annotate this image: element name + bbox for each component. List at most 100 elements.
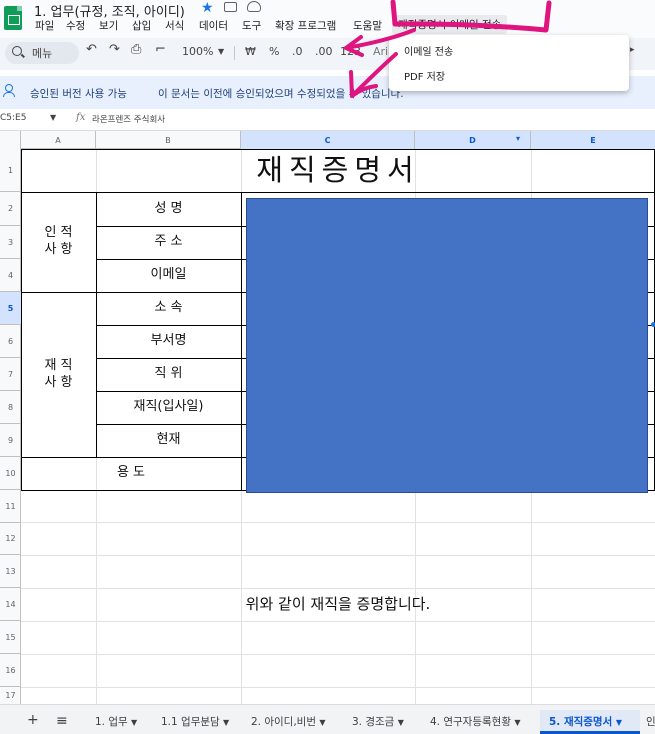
row-header-13[interactable]: 13: [0, 555, 21, 588]
row-header-2[interactable]: 2: [0, 192, 21, 226]
row-header-6[interactable]: 6: [0, 325, 21, 358]
select-all-corner[interactable]: [0, 131, 21, 149]
menu-format[interactable]: 서식: [165, 18, 184, 33]
redacted-values-box: [246, 198, 648, 493]
name-box-caret-icon[interactable]: ▼: [50, 113, 56, 122]
currency-format-button[interactable]: ₩: [245, 45, 256, 58]
menu-tools[interactable]: 도구: [242, 18, 261, 33]
row-header-1[interactable]: 1: [0, 149, 21, 192]
certification-statement[interactable]: 위와 같이 재직을 증명합니다.: [21, 592, 655, 618]
paint-format-icon[interactable]: ⌐: [155, 42, 166, 57]
menu-insert[interactable]: 삽입: [132, 18, 151, 33]
form-border: [241, 192, 242, 490]
label-current[interactable]: 현재: [96, 424, 241, 457]
tab-caret-icon[interactable]: ▼: [616, 718, 622, 727]
row-header-17[interactable]: 17: [0, 687, 21, 704]
label-affiliation[interactable]: 소 속: [96, 292, 241, 325]
label-position[interactable]: 직 위: [96, 358, 241, 391]
sheet-tab-1[interactable]: 1. 업무 ▼: [95, 714, 137, 729]
column-header-c[interactable]: C: [241, 131, 415, 149]
undo-icon[interactable]: ↶: [86, 42, 97, 57]
gridline: [21, 522, 655, 523]
zoom-select[interactable]: 100%: [182, 45, 213, 58]
zoom-caret-icon[interactable]: ▼: [218, 47, 224, 56]
row-header-3[interactable]: 3: [0, 226, 21, 259]
add-sheet-icon[interactable]: +: [27, 712, 39, 728]
column-header-d[interactable]: D: [415, 131, 531, 149]
number-format-button[interactable]: 123: [340, 45, 361, 58]
more-tools-icon[interactable]: ▸: [630, 45, 635, 55]
percent-format-button[interactable]: %: [269, 45, 279, 58]
filter-caret-icon[interactable]: ▾: [516, 134, 520, 143]
row-header-8[interactable]: 8: [0, 391, 21, 424]
personal-info-group[interactable]: 인 적 사 항: [21, 192, 96, 292]
menu-edit[interactable]: 수정: [66, 18, 85, 33]
move-folder-icon[interactable]: [224, 2, 237, 12]
dropdown-item-pdf[interactable]: PDF 저장: [404, 68, 445, 83]
sheet-tab-label: 2. 아이디,비번: [251, 716, 316, 728]
sheet-tab-label: 1. 업무: [95, 716, 128, 728]
menu-certificate-email[interactable]: 재직증명서 이메일 전송: [392, 15, 508, 34]
tab-caret-icon[interactable]: ▼: [514, 718, 520, 727]
banner-description: 이 문서는 이전에 승인되었으며 수정되었을 수 있습니다.: [158, 88, 404, 100]
row-header-5[interactable]: 5: [0, 292, 21, 325]
dropdown-item-email[interactable]: 이메일 전송: [404, 43, 453, 58]
tab-caret-icon[interactable]: ▼: [319, 718, 325, 727]
sheet-tab-3[interactable]: 2. 아이디,비번 ▼: [251, 714, 326, 729]
menu-help[interactable]: 도움말: [353, 18, 382, 33]
banner-title[interactable]: 승인된 버전 사용 가능: [30, 86, 127, 101]
all-sheets-icon[interactable]: ≡: [56, 713, 68, 729]
toolbar-divider: [234, 46, 235, 60]
tab-caret-icon[interactable]: ▼: [223, 718, 229, 727]
tab-caret-icon[interactable]: ▼: [131, 718, 137, 727]
label-email[interactable]: 이메일: [96, 259, 241, 292]
gridline: [21, 687, 655, 688]
sheet-tab-6-active[interactable]: 5. 재직증명서 ▼: [549, 714, 622, 729]
column-header-a[interactable]: A: [21, 131, 96, 149]
label-department[interactable]: 부서명: [96, 325, 241, 358]
gridline: [21, 654, 655, 655]
row-header-14[interactable]: 14: [0, 588, 21, 621]
selection-handle[interactable]: [651, 322, 655, 327]
row-header-12[interactable]: 12: [0, 523, 21, 555]
fx-icon: fx: [76, 112, 86, 123]
menu-extensions[interactable]: 확장 프로그램: [275, 18, 336, 33]
row-header-15[interactable]: 15: [0, 621, 21, 654]
redo-icon[interactable]: ↷: [109, 42, 120, 57]
sheets-logo-icon[interactable]: [4, 6, 22, 30]
formula-input[interactable]: 라온프렌즈 주식회사: [92, 113, 165, 125]
sheet-tab-2[interactable]: 1.1 업무분담 ▼: [161, 714, 229, 729]
employment-info-group[interactable]: 재 직 사 항: [21, 292, 96, 457]
menu-file[interactable]: 파일: [35, 18, 54, 33]
gridline: [21, 588, 655, 589]
print-icon[interactable]: ⎙: [131, 42, 141, 57]
label-address[interactable]: 주 소: [96, 226, 241, 259]
sheet-tab-label: 1.1 업무분담: [161, 716, 220, 728]
label-join-date[interactable]: 재직(입사일): [96, 391, 241, 424]
row-header-10[interactable]: 10: [0, 457, 21, 490]
sheet-tab-label: 5. 재직증명서: [549, 716, 613, 728]
column-header-e[interactable]: E: [531, 131, 655, 149]
gridline: [21, 621, 655, 622]
cloud-status-icon[interactable]: [247, 1, 261, 12]
row-header-7[interactable]: 7: [0, 358, 21, 391]
row-header-16[interactable]: 16: [0, 654, 21, 687]
label-purpose[interactable]: 용 도: [21, 457, 241, 490]
document-heading[interactable]: 재직증명서: [21, 150, 655, 192]
search-icon: [12, 46, 22, 56]
increase-decimal-button[interactable]: .00: [315, 45, 333, 58]
row-header-11[interactable]: 11: [0, 490, 21, 523]
sheet-tab-5[interactable]: 4. 연구자등록현황 ▼: [430, 714, 520, 729]
column-header-b[interactable]: B: [96, 131, 241, 149]
sheet-tab-4[interactable]: 3. 경조금 ▼: [352, 714, 404, 729]
row-header-4[interactable]: 4: [0, 259, 21, 292]
row-header-9[interactable]: 9: [0, 424, 21, 457]
menu-data[interactable]: 데이터: [199, 18, 228, 33]
sheet-tab-7[interactable]: 인: [646, 714, 655, 729]
tab-caret-icon[interactable]: ▼: [398, 718, 404, 727]
menu-view[interactable]: 보기: [99, 18, 118, 33]
decrease-decimal-button[interactable]: .0: [292, 45, 303, 58]
label-name[interactable]: 성 명: [96, 192, 241, 226]
star-icon[interactable]: ★: [201, 0, 214, 16]
name-box[interactable]: C5:E5: [0, 113, 26, 123]
